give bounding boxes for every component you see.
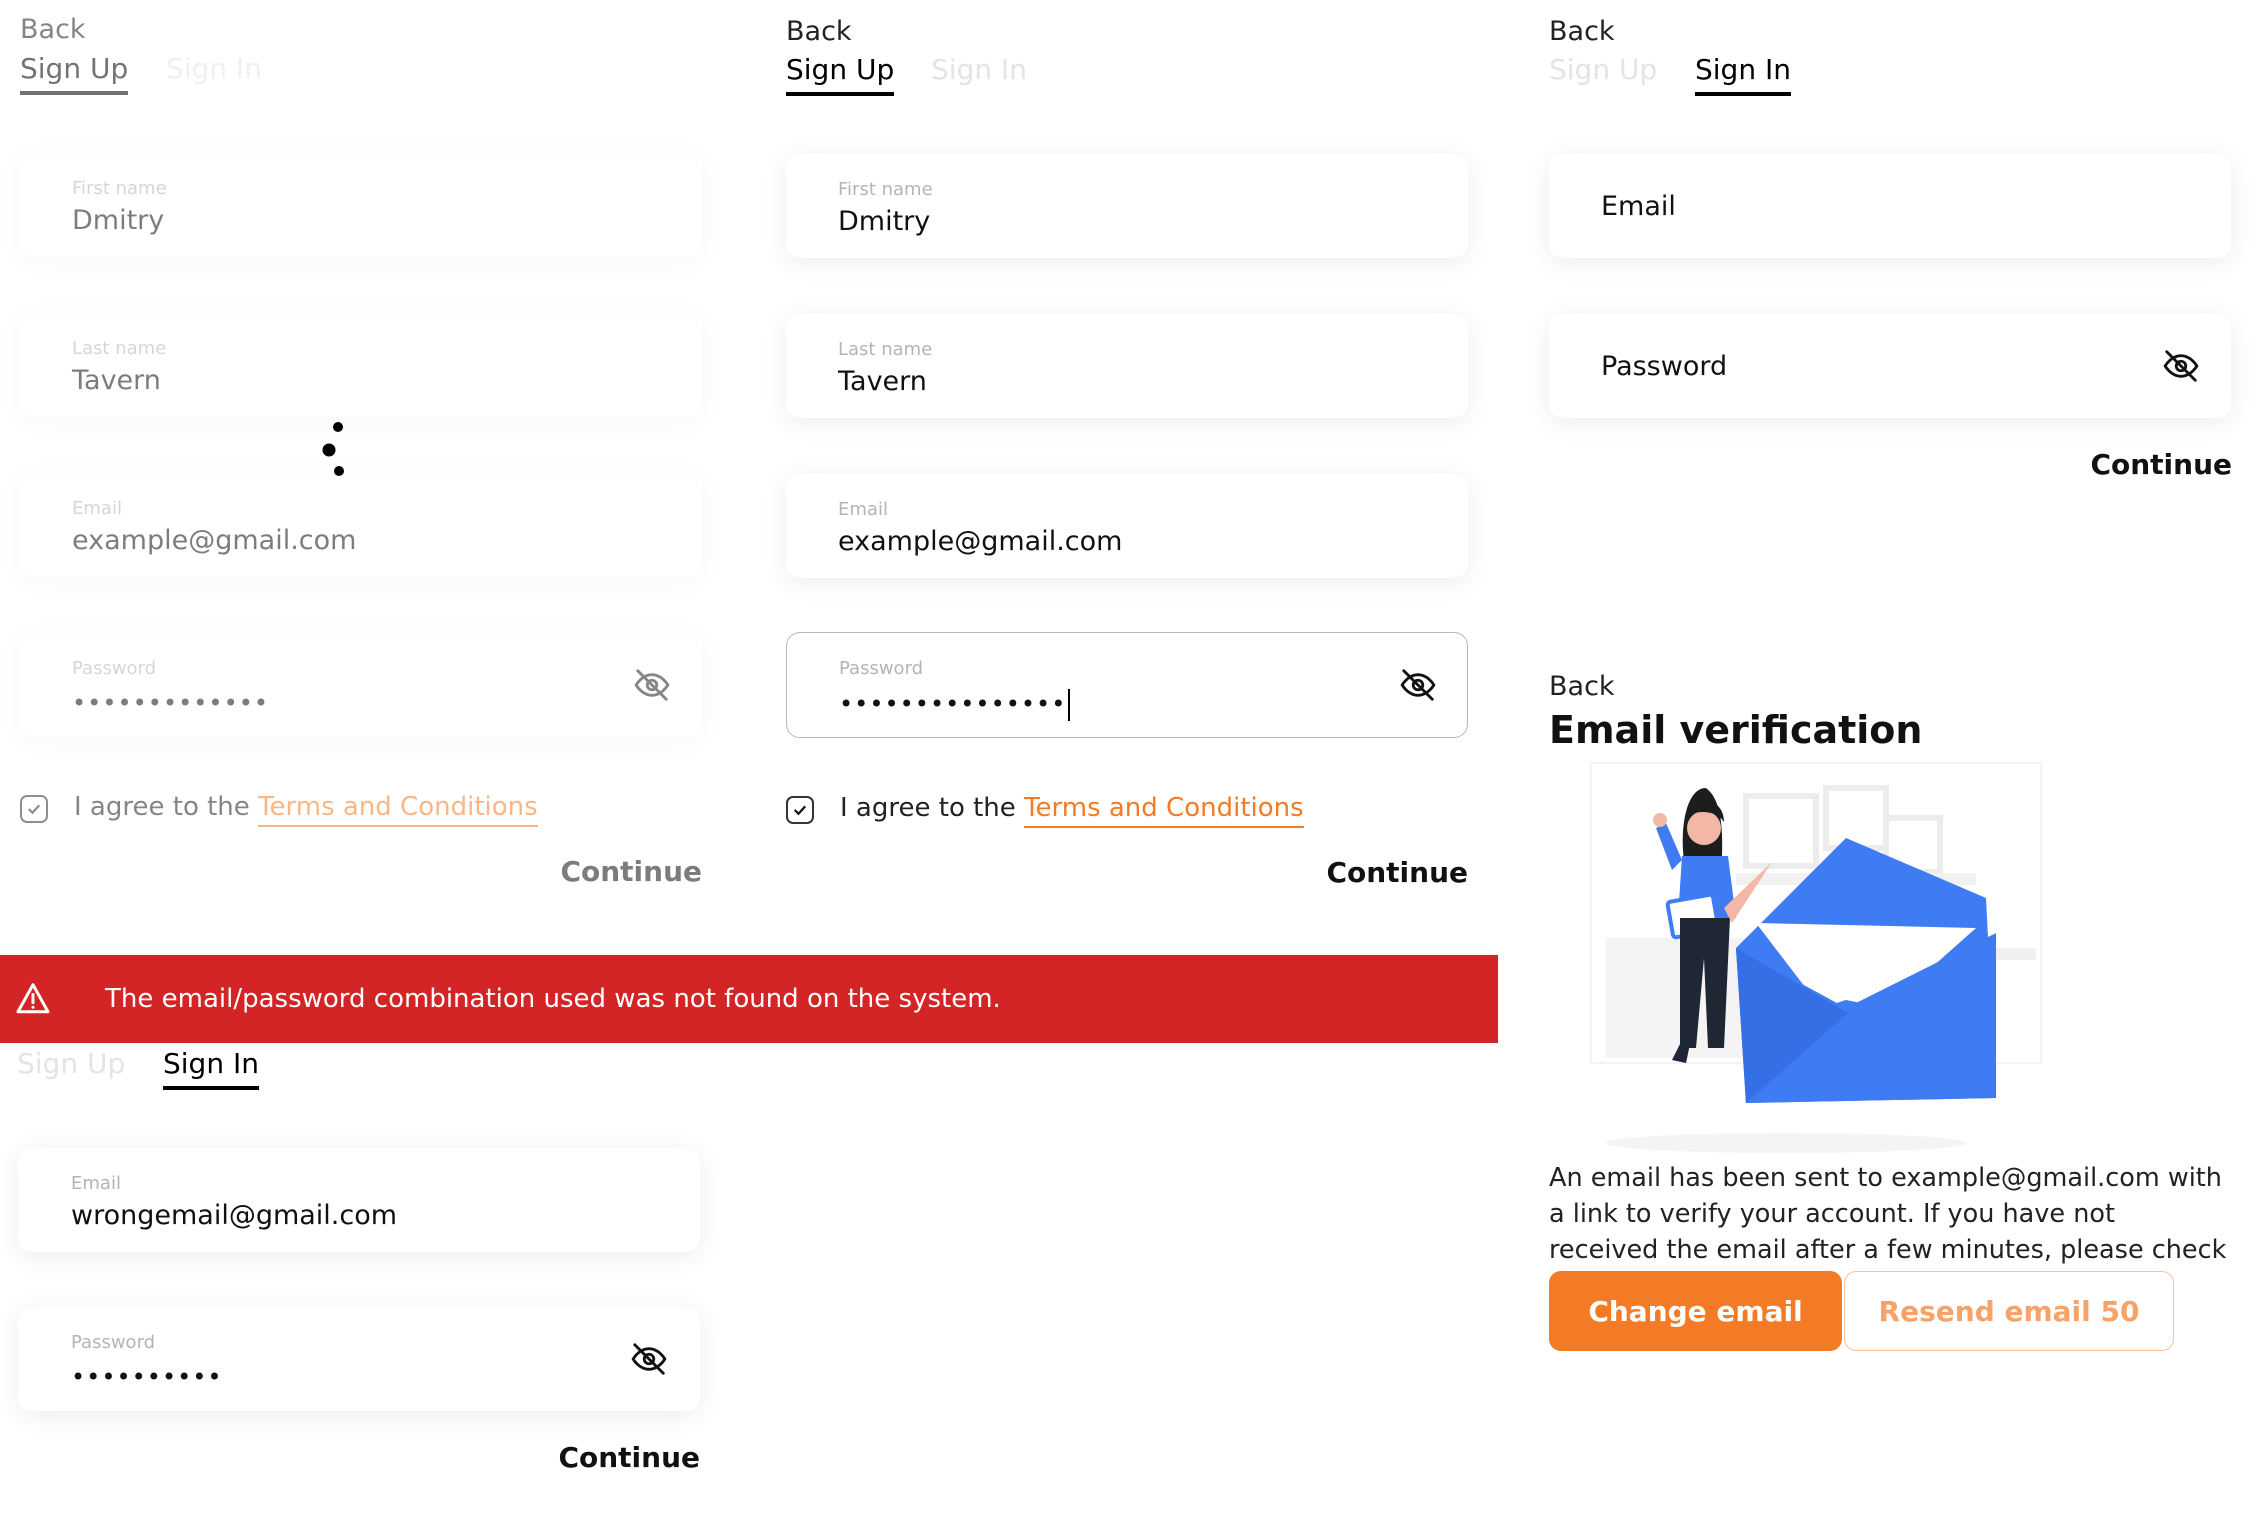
eye-off-icon[interactable] [1399,666,1437,704]
back-link[interactable]: Back [1549,671,1615,702]
password-label: Password [71,1332,156,1353]
password-placeholder: Password [1601,350,1728,382]
password-field[interactable]: Password [1549,314,2231,418]
email-placeholder: Email [1601,190,1676,222]
back-link[interactable]: Back [786,16,852,47]
tab-sign-up[interactable]: Sign Up [20,52,129,95]
loading-spinner-icon [322,422,344,476]
first-name-value: Dmitry [838,206,931,237]
last-name-field[interactable]: Last name Tavern [20,313,702,417]
last-name-value: Tavern [72,365,161,396]
email-label: Email [838,499,888,520]
agree-text: I agree to the Terms and Conditions [840,793,1304,828]
password-dots: ••••••••••••••• [839,690,1067,718]
continue-button[interactable]: Continue [498,1441,700,1474]
last-name-value: Tavern [838,366,927,397]
email-field[interactable]: Email [1549,154,2231,258]
email-value: example@gmail.com [72,525,357,556]
password-field[interactable]: Password ••••••••••••••• [786,632,1468,738]
terms-checkbox[interactable] [20,795,48,823]
terms-link[interactable]: Terms and Conditions [258,792,538,827]
password-value: ••••••••••••••• [839,689,1071,721]
tab-sign-in[interactable]: Sign In [1695,53,1791,96]
change-email-button[interactable]: Change email [1549,1271,1842,1351]
email-field[interactable]: Email example@gmail.com [20,473,702,577]
tab-sign-in[interactable]: Sign In [163,1047,259,1090]
check-icon [27,804,41,815]
first-name-label: First name [838,179,933,200]
back-link[interactable]: Back [20,14,86,45]
email-field[interactable]: Email example@gmail.com [786,474,1468,578]
first-name-label: First name [72,178,167,199]
error-message: The email/password combination used was … [105,984,1001,1014]
password-label: Password [839,658,924,679]
last-name-label: Last name [72,338,167,359]
first-name-field[interactable]: First name Dmitry [786,154,1468,258]
last-name-field[interactable]: Last name Tavern [786,314,1468,418]
password-field[interactable]: Password •••••••••• [18,1307,700,1411]
terms-checkbox[interactable] [786,796,814,824]
continue-button[interactable]: Continue [500,855,702,888]
back-link[interactable]: Back [1549,16,1615,47]
tab-sign-up[interactable]: Sign Up [17,1047,125,1086]
agree-label: I agree to the [840,793,1016,823]
eye-off-icon[interactable] [630,1340,668,1378]
eye-off-icon[interactable] [633,666,671,704]
password-value: •••••••••• [71,1363,223,1391]
email-value: wrongemail@gmail.com [71,1200,398,1231]
warning-triangle-icon [16,983,50,1014]
terms-link[interactable]: Terms and Conditions [1024,793,1304,828]
last-name-label: Last name [838,339,933,360]
eye-off-icon[interactable] [2162,347,2200,385]
tab-sign-in[interactable]: Sign In [166,52,262,91]
continue-button[interactable]: Continue [2030,448,2232,481]
envelope-illustration [1590,762,2042,1153]
email-label: Email [71,1173,121,1194]
password-label: Password [72,658,157,679]
tab-sign-up[interactable]: Sign Up [786,53,895,96]
email-value: example@gmail.com [838,526,1123,557]
continue-button[interactable]: Continue [1266,856,1468,889]
first-name-field[interactable]: First name Dmitry [20,153,702,257]
page-title: Email verification [1549,708,1923,752]
tab-sign-up[interactable]: Sign Up [1549,53,1657,92]
resend-email-button[interactable]: Resend email 50 [1844,1271,2174,1351]
email-label: Email [72,498,122,519]
agree-label: I agree to the [74,792,250,822]
text-caret [1068,689,1071,721]
agree-text: I agree to the Terms and Conditions [74,792,538,827]
email-field[interactable]: Email wrongemail@gmail.com [18,1148,700,1252]
first-name-value: Dmitry [72,205,165,236]
password-field[interactable]: Password ••••••••••••• [20,633,702,737]
tab-sign-in[interactable]: Sign In [931,53,1027,92]
check-icon [793,805,807,816]
error-banner: The email/password combination used was … [0,955,1498,1043]
password-value: ••••••••••••• [72,689,270,717]
